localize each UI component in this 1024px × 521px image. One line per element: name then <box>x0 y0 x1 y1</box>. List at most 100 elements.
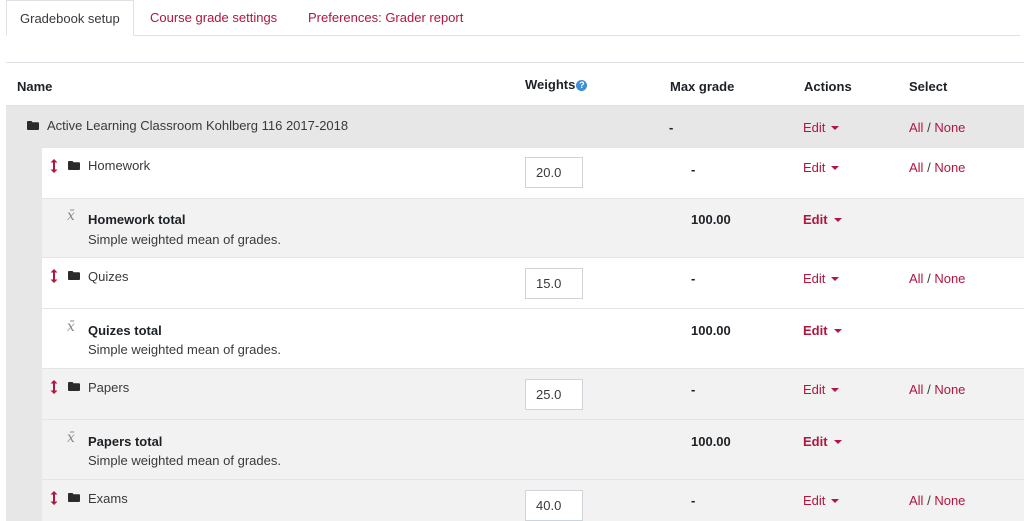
folder-icon <box>27 121 39 130</box>
total-max-grade: 100.00 <box>691 323 731 338</box>
select-all-link[interactable]: All <box>909 271 923 286</box>
total-description: Simple weighted mean of grades. <box>88 453 281 468</box>
category-edit-menu[interactable]: Edit <box>803 493 840 508</box>
category-max-grade: - <box>691 162 696 177</box>
indent-strip <box>6 147 42 521</box>
category-select-links: All / None <box>909 271 965 286</box>
category-max-grade: - <box>691 493 696 508</box>
edit-label: Edit <box>803 212 828 227</box>
weight-input-quizes[interactable]: 15.0 <box>525 268 583 299</box>
category-max-grade: - <box>691 382 696 397</box>
category-row-quizes: Quizes 15.0 - Edit All / None <box>6 257 1024 308</box>
folder-icon <box>68 493 80 502</box>
caret-down-icon <box>831 166 840 170</box>
table-header: Name Weights? Max grade Actions Select <box>6 63 1024 106</box>
course-max-grade: - <box>669 120 674 135</box>
tab-gradebook-setup[interactable]: Gradebook setup <box>6 0 134 36</box>
mean-x-bar-icon: x̄ <box>67 208 75 224</box>
edit-label: Edit <box>803 382 826 397</box>
caret-down-icon <box>831 388 840 392</box>
course-select-links: All / None <box>909 120 965 135</box>
select-separator: / <box>927 271 931 286</box>
total-edit-menu[interactable]: Edit <box>803 212 842 227</box>
category-row-homework: Homework 20.0 - Edit All / None <box>6 147 1024 198</box>
folder-icon <box>68 271 80 280</box>
total-row-papers: x̄ Papers total Simple weighted mean of … <box>6 419 1024 479</box>
header-actions: Actions <box>804 79 852 94</box>
folder-icon <box>68 382 80 391</box>
select-all-link[interactable]: All <box>909 493 923 508</box>
folder-icon <box>68 161 80 170</box>
edit-label: Edit <box>803 120 826 135</box>
caret-down-icon <box>831 277 840 281</box>
course-row: Active Learning Classroom Kohlberg 116 2… <box>6 105 1024 147</box>
move-icon[interactable] <box>50 269 58 283</box>
edit-label: Edit <box>803 323 828 338</box>
total-row-homework: x̄ Homework total Simple weighted mean o… <box>6 198 1024 257</box>
category-edit-menu[interactable]: Edit <box>803 271 840 286</box>
help-icon[interactable]: ? <box>576 80 588 91</box>
category-select-links: All / None <box>909 160 965 175</box>
caret-down-icon <box>833 329 842 333</box>
total-row-quizes: x̄ Quizes total Simple weighted mean of … <box>6 308 1024 368</box>
total-edit-menu[interactable]: Edit <box>803 323 842 338</box>
move-icon[interactable] <box>50 159 58 173</box>
header-name: Name <box>17 79 53 94</box>
category-edit-menu[interactable]: Edit <box>803 382 840 397</box>
select-separator: / <box>927 382 931 397</box>
total-description: Simple weighted mean of grades. <box>88 342 281 357</box>
weight-input-homework[interactable]: 20.0 <box>525 157 583 188</box>
header-weights-label: Weights <box>525 77 576 92</box>
category-row-exams: Exams 40.0 - Edit All / None <box>6 479 1024 521</box>
select-all-link[interactable]: All <box>909 120 923 135</box>
mean-x-bar-icon: x̄ <box>67 430 75 446</box>
gradebook-table: Name Weights? Max grade Actions Select <box>6 62 1024 106</box>
category-name: Exams <box>88 491 128 506</box>
caret-down-icon <box>831 126 840 130</box>
total-max-grade: 100.00 <box>691 212 731 227</box>
category-edit-menu[interactable]: Edit <box>803 160 840 175</box>
select-separator: / <box>927 120 931 135</box>
header-max-grade: Max grade <box>670 79 735 94</box>
category-max-grade: - <box>691 271 696 286</box>
total-edit-menu[interactable]: Edit <box>803 434 842 449</box>
total-description: Simple weighted mean of grades. <box>88 232 281 247</box>
select-none-link[interactable]: None <box>934 160 965 175</box>
category-select-links: All / None <box>909 493 965 508</box>
edit-label: Edit <box>803 160 826 175</box>
mean-x-bar-icon: x̄ <box>67 319 75 335</box>
select-separator: / <box>927 160 931 175</box>
edit-label: Edit <box>803 493 826 508</box>
course-name: Active Learning Classroom Kohlberg 116 2… <box>47 118 349 133</box>
category-name: Homework <box>88 158 151 173</box>
select-none-link[interactable]: None <box>934 120 965 135</box>
move-icon[interactable] <box>50 491 58 505</box>
category-name: Papers <box>88 380 130 395</box>
tab-preferences-grader-report[interactable]: Preferences: Grader report <box>308 0 463 35</box>
edit-label: Edit <box>803 434 828 449</box>
select-none-link[interactable]: None <box>934 493 965 508</box>
caret-down-icon <box>831 499 840 503</box>
category-name: Quizes <box>88 269 129 284</box>
total-max-grade: 100.00 <box>691 434 731 449</box>
weight-input-exams[interactable]: 40.0 <box>525 490 583 521</box>
select-separator: / <box>927 493 931 508</box>
tab-course-grade-settings[interactable]: Course grade settings <box>150 0 277 35</box>
total-name: Quizes total <box>88 323 162 338</box>
category-row-papers: Papers 25.0 - Edit All / None <box>6 368 1024 419</box>
header-weights: Weights? <box>525 77 588 92</box>
move-icon[interactable] <box>50 380 58 394</box>
edit-label: Edit <box>803 271 826 286</box>
total-name: Papers total <box>88 434 163 449</box>
select-none-link[interactable]: None <box>934 382 965 397</box>
category-select-links: All / None <box>909 382 965 397</box>
header-select: Select <box>909 79 948 94</box>
weight-input-papers[interactable]: 25.0 <box>525 379 583 410</box>
select-none-link[interactable]: None <box>934 271 965 286</box>
caret-down-icon <box>833 218 842 222</box>
select-all-link[interactable]: All <box>909 160 923 175</box>
caret-down-icon <box>833 440 842 444</box>
course-edit-menu[interactable]: Edit <box>803 120 840 135</box>
tab-bar: Gradebook setup Course grade settings Pr… <box>6 0 1020 36</box>
select-all-link[interactable]: All <box>909 382 923 397</box>
